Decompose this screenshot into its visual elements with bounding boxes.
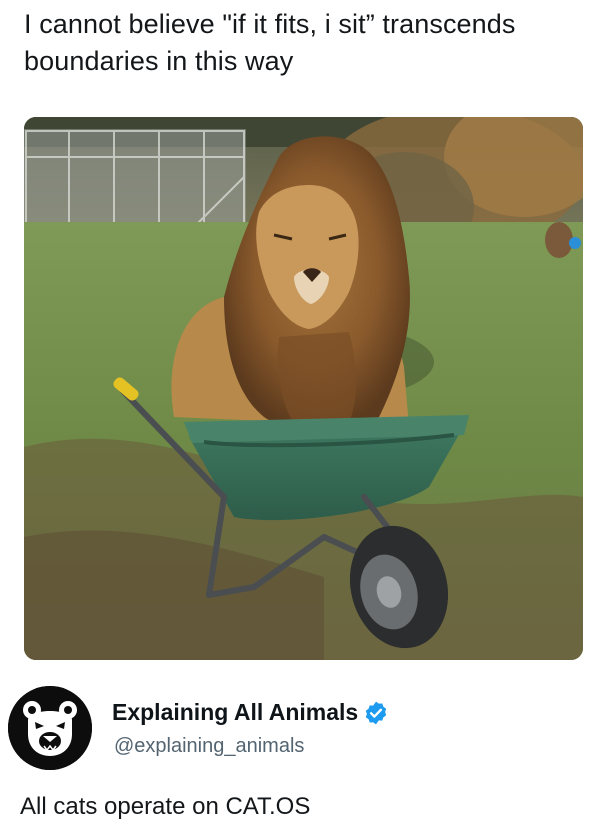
- meme-caption: I cannot believe "if it fits, i sit” tra…: [24, 9, 516, 76]
- meme-post: I cannot believe "if it fits, i sit” tra…: [0, 0, 613, 835]
- post-text: All cats operate on CAT.OS: [20, 793, 311, 820]
- bear-head-icon: [8, 686, 92, 770]
- author-avatar[interactable]: [8, 686, 92, 770]
- lion-in-wheelbarrow-photo[interactable]: [24, 117, 583, 660]
- author-display-name[interactable]: Explaining All Animals: [112, 699, 358, 726]
- author-name-row: Explaining All Animals: [112, 699, 389, 726]
- author-handle[interactable]: @explaining_animals: [114, 735, 304, 758]
- verified-badge-icon: [363, 700, 389, 726]
- author-card[interactable]: Explaining All Animals @explaining_anima…: [8, 686, 598, 772]
